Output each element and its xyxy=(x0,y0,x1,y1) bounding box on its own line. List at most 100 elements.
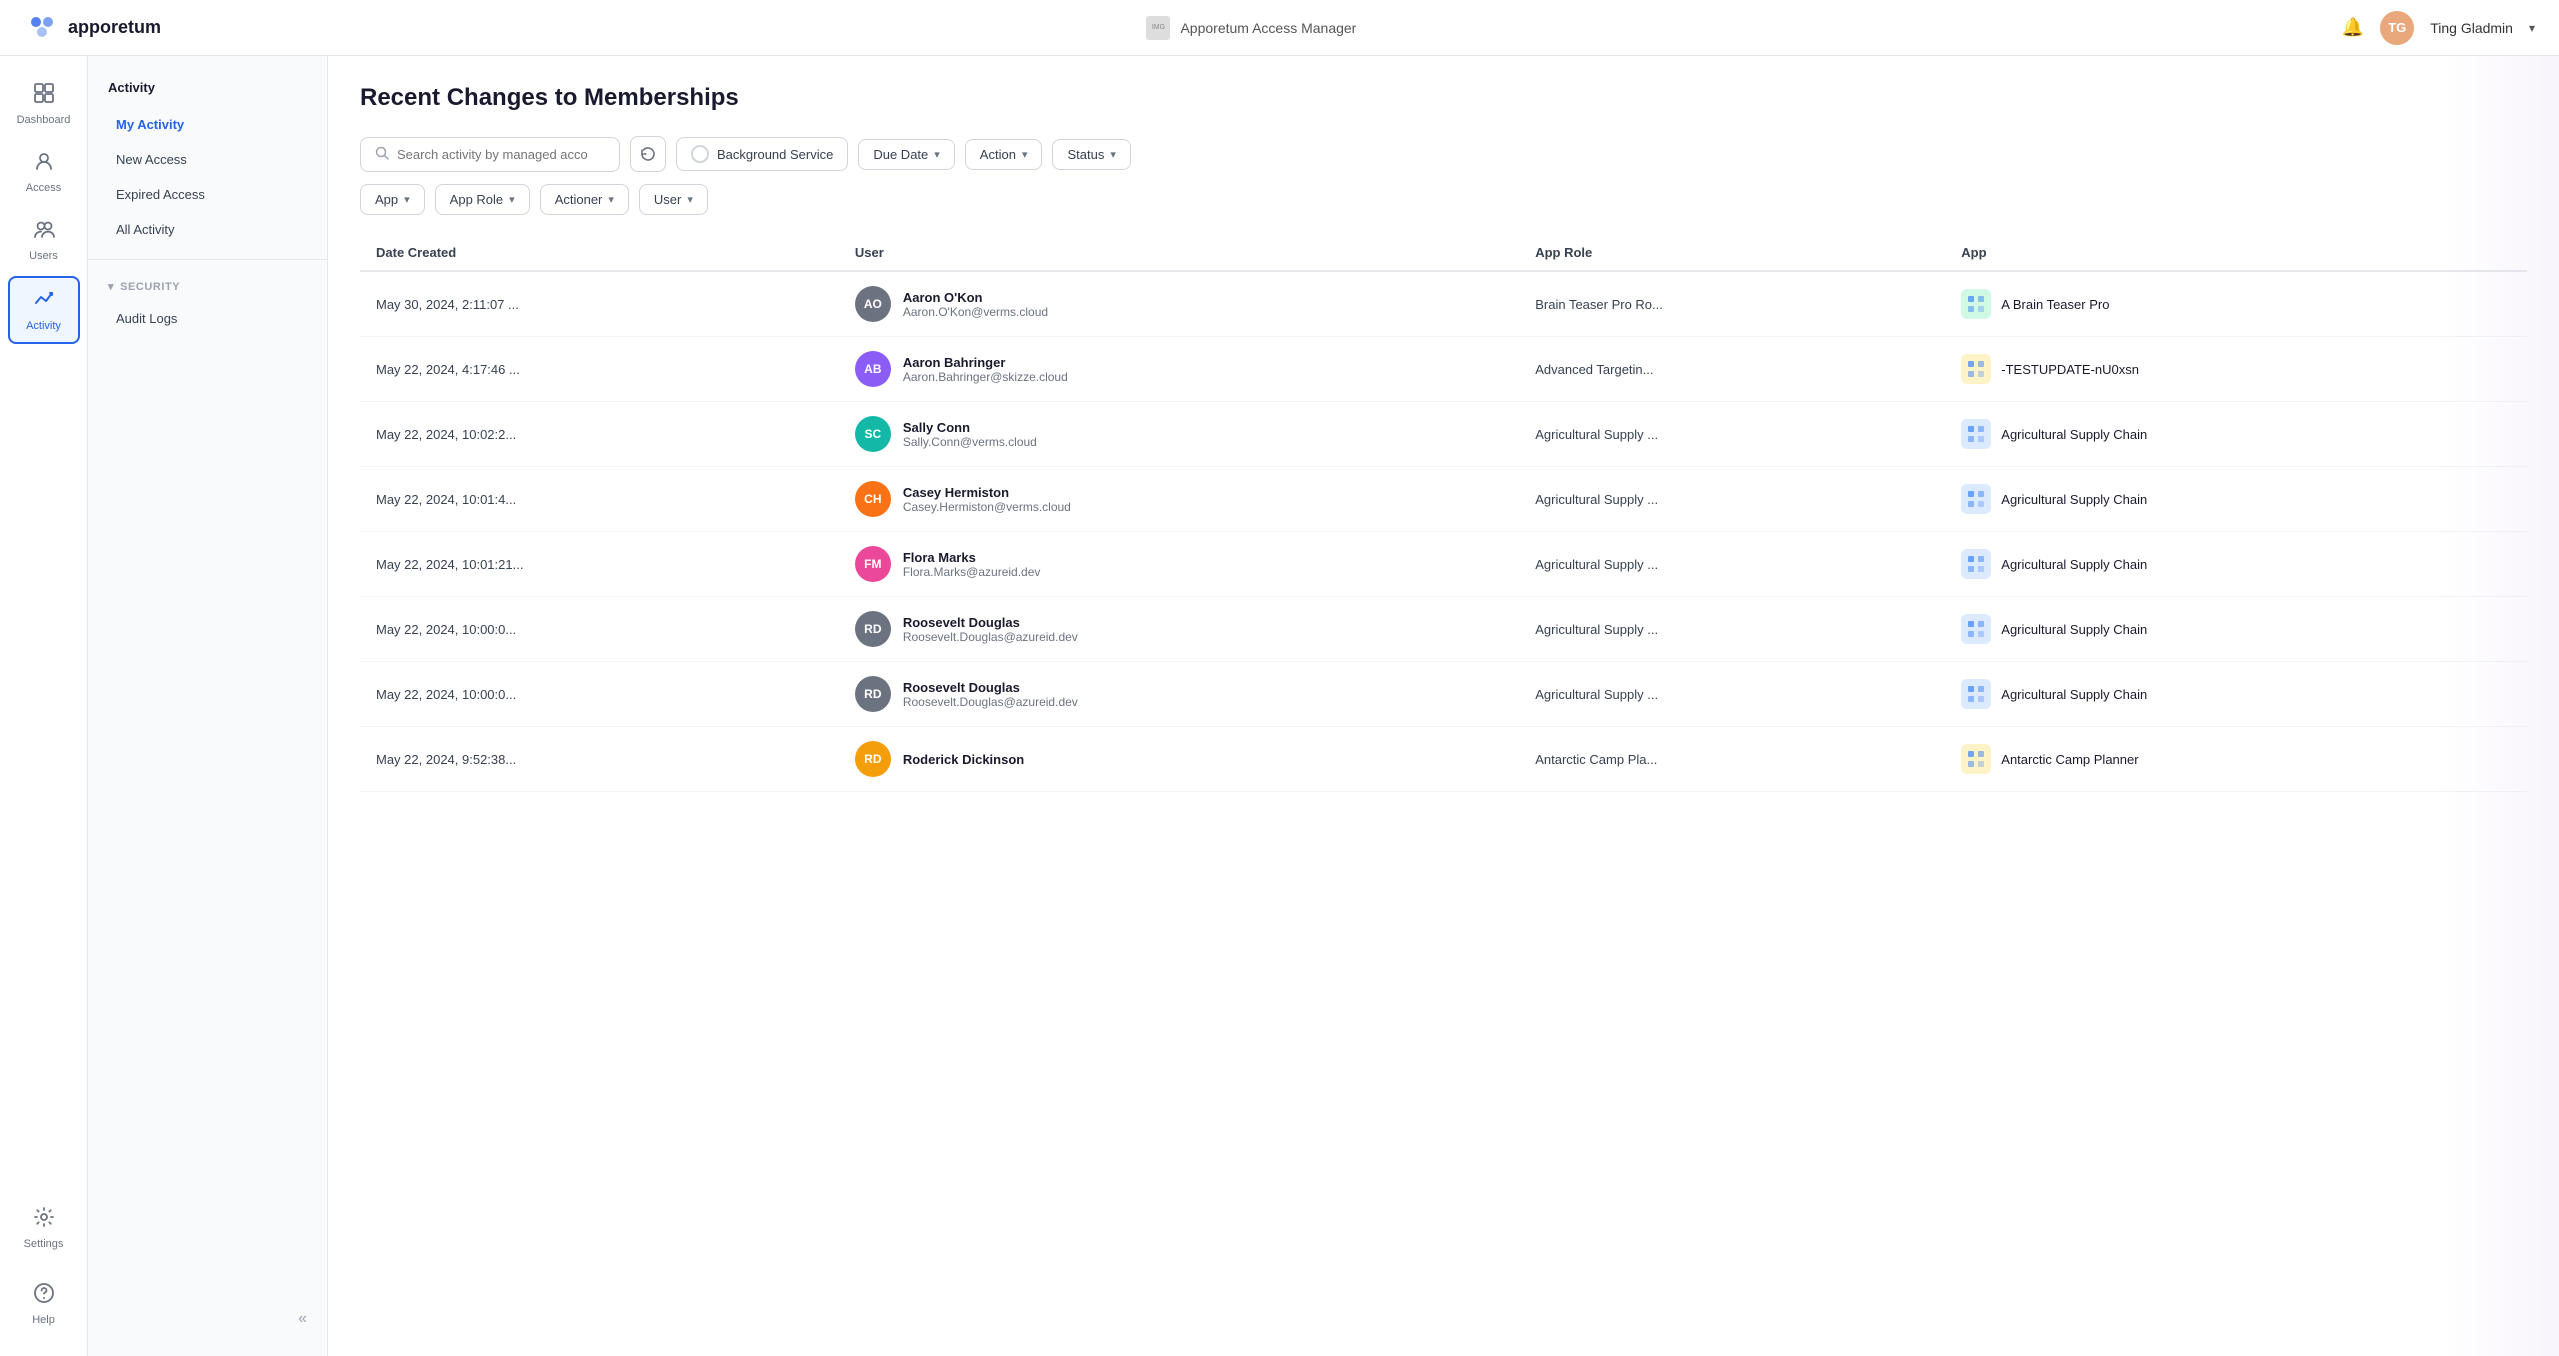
settings-icon xyxy=(33,1206,55,1234)
sidebar-item-help[interactable]: Help xyxy=(8,1272,80,1336)
background-service-label: Background Service xyxy=(717,147,833,162)
app-icon xyxy=(1961,289,1991,319)
radio-circle xyxy=(691,145,709,163)
org-logo: IMG xyxy=(1146,16,1170,40)
col-user: User xyxy=(839,235,1519,271)
app-role-filter[interactable]: App Role ▾ xyxy=(435,184,530,215)
col-app-role: App Role xyxy=(1519,235,1945,271)
apporetum-logo-icon xyxy=(24,10,60,46)
cell-user: AO Aaron O'Kon Aaron.O'Kon@verms.cloud xyxy=(839,271,1519,337)
collapse-sidebar-button[interactable]: « xyxy=(88,1298,327,1340)
background-service-filter[interactable]: Background Service xyxy=(676,137,848,171)
sidebar-divider xyxy=(88,259,327,260)
sidebar-menu-new-access[interactable]: New Access xyxy=(96,142,319,177)
cell-app-role: Agricultural Supply ... xyxy=(1519,597,1945,662)
settings-label: Settings xyxy=(24,1238,64,1250)
security-section-header: ▾ SECURITY xyxy=(88,272,327,301)
table-row[interactable]: May 22, 2024, 10:01:4... CH Casey Hermis… xyxy=(360,467,2527,532)
security-label: SECURITY xyxy=(120,281,180,293)
logo-text: apporetum xyxy=(68,17,161,38)
main-content: Recent Changes to Memberships xyxy=(328,56,2559,1356)
app-icon xyxy=(1961,679,1991,709)
user-email: Aaron.Bahringer@skizze.cloud xyxy=(903,370,1068,384)
table-row[interactable]: May 22, 2024, 10:00:0... RD Roosevelt Do… xyxy=(360,662,2527,727)
user-name-main: Roosevelt Douglas xyxy=(903,615,1078,630)
table-row[interactable]: May 22, 2024, 10:02:2... SC Sally Conn S… xyxy=(360,402,2527,467)
user-chevron: ▾ xyxy=(687,193,693,206)
user-name-main: Roosevelt Douglas xyxy=(903,680,1078,695)
dashboard-icon xyxy=(33,82,55,110)
sidebar-item-activity[interactable]: Activity xyxy=(8,276,80,344)
activity-icon xyxy=(33,288,55,316)
users-label: Users xyxy=(29,250,58,262)
access-icon xyxy=(33,150,55,178)
sidebar-menu-audit-logs[interactable]: Audit Logs xyxy=(96,301,319,336)
search-input[interactable] xyxy=(397,147,597,162)
app-name: Agricultural Supply Chain xyxy=(2001,427,2147,442)
user-avatar-sm: RD xyxy=(855,741,891,777)
user-email: Sally.Conn@verms.cloud xyxy=(903,435,1037,449)
user-avatar-sm: RD xyxy=(855,676,891,712)
col-app: App xyxy=(1945,235,2527,271)
sidebar-menu-my-activity[interactable]: My Activity xyxy=(96,107,319,142)
user-name-main: Flora Marks xyxy=(903,550,1041,565)
user-menu-chevron[interactable]: ▾ xyxy=(2529,21,2535,35)
user-filter[interactable]: User ▾ xyxy=(639,184,708,215)
cell-user: AB Aaron Bahringer Aaron.Bahringer@skizz… xyxy=(839,337,1519,402)
table-row[interactable]: May 22, 2024, 9:52:38... RD Roderick Dic… xyxy=(360,727,2527,792)
app-name: A Brain Teaser Pro xyxy=(2001,297,2109,312)
table-row[interactable]: May 30, 2024, 2:11:07 ... AO Aaron O'Kon… xyxy=(360,271,2527,337)
dashboard-label: Dashboard xyxy=(17,114,71,126)
user-avatar-sm: SC xyxy=(855,416,891,452)
reset-filters-button[interactable] xyxy=(630,136,666,172)
activity-label: Activity xyxy=(26,320,61,332)
cell-date: May 22, 2024, 10:00:0... xyxy=(360,597,839,662)
sidebar-item-access[interactable]: Access xyxy=(8,140,80,204)
cell-app: Agricultural Supply Chain xyxy=(1945,597,2527,662)
user-name-main: Sally Conn xyxy=(903,420,1037,435)
cell-date: May 22, 2024, 10:01:4... xyxy=(360,467,839,532)
user-email: Flora.Marks@azureid.dev xyxy=(903,565,1041,579)
notifications-icon[interactable]: 🔔 xyxy=(2342,17,2364,38)
search-box[interactable] xyxy=(360,137,620,172)
actioner-filter[interactable]: Actioner ▾ xyxy=(540,184,629,215)
cell-user: RD Roderick Dickinson xyxy=(839,727,1519,792)
user-avatar-sm: RD xyxy=(855,611,891,647)
cell-date: May 22, 2024, 10:02:2... xyxy=(360,402,839,467)
due-date-filter[interactable]: Due Date ▾ xyxy=(858,139,954,170)
sidebar-left: Dashboard Access Users xyxy=(0,56,88,1356)
app-filter[interactable]: App ▾ xyxy=(360,184,425,215)
table-row[interactable]: May 22, 2024, 10:01:21... FM Flora Marks… xyxy=(360,532,2527,597)
cell-app: Agricultural Supply Chain xyxy=(1945,402,2527,467)
sidebar-item-dashboard[interactable]: Dashboard xyxy=(8,72,80,136)
app-icon xyxy=(1961,484,1991,514)
top-header: apporetum IMG Apporetum Access Manager 🔔… xyxy=(0,0,2559,56)
user-avatar-sm: AB xyxy=(855,351,891,387)
app-chevron: ▾ xyxy=(404,193,410,206)
cell-user: CH Casey Hermiston Casey.Hermiston@verms… xyxy=(839,467,1519,532)
user-email: Roosevelt.Douglas@azureid.dev xyxy=(903,695,1078,709)
app-icon xyxy=(1961,744,1991,774)
app-role-label: App Role xyxy=(450,192,503,207)
cell-app-role: Agricultural Supply ... xyxy=(1519,532,1945,597)
cell-user: RD Roosevelt Douglas Roosevelt.Douglas@a… xyxy=(839,597,1519,662)
table-row[interactable]: May 22, 2024, 4:17:46 ... AB Aaron Bahri… xyxy=(360,337,2527,402)
sidebar-menu-all-activity[interactable]: All Activity xyxy=(96,212,319,247)
activity-table: Date Created User App Role App May 30, 2… xyxy=(360,235,2527,792)
cell-date: May 22, 2024, 9:52:38... xyxy=(360,727,839,792)
sidebar-item-users[interactable]: Users xyxy=(8,208,80,272)
action-filter[interactable]: Action ▾ xyxy=(965,139,1043,170)
app-name: Agricultural Supply Chain xyxy=(2001,557,2147,572)
cell-app: A Brain Teaser Pro xyxy=(1945,271,2527,337)
table-row[interactable]: May 22, 2024, 10:00:0... RD Roosevelt Do… xyxy=(360,597,2527,662)
user-avatar[interactable]: TG xyxy=(2380,11,2414,45)
app-name: Antarctic Camp Planner xyxy=(2001,752,2138,767)
user-name: Ting Gladmin xyxy=(2430,20,2513,36)
app-role-chevron: ▾ xyxy=(509,193,515,206)
sidebar-item-settings[interactable]: Settings xyxy=(8,1196,80,1260)
status-filter[interactable]: Status ▾ xyxy=(1052,139,1130,170)
app-name: Apporetum Access Manager xyxy=(1180,20,1356,36)
sidebar-second-title: Activity xyxy=(88,72,327,107)
app-icon xyxy=(1961,419,1991,449)
sidebar-menu-expired-access[interactable]: Expired Access xyxy=(96,177,319,212)
